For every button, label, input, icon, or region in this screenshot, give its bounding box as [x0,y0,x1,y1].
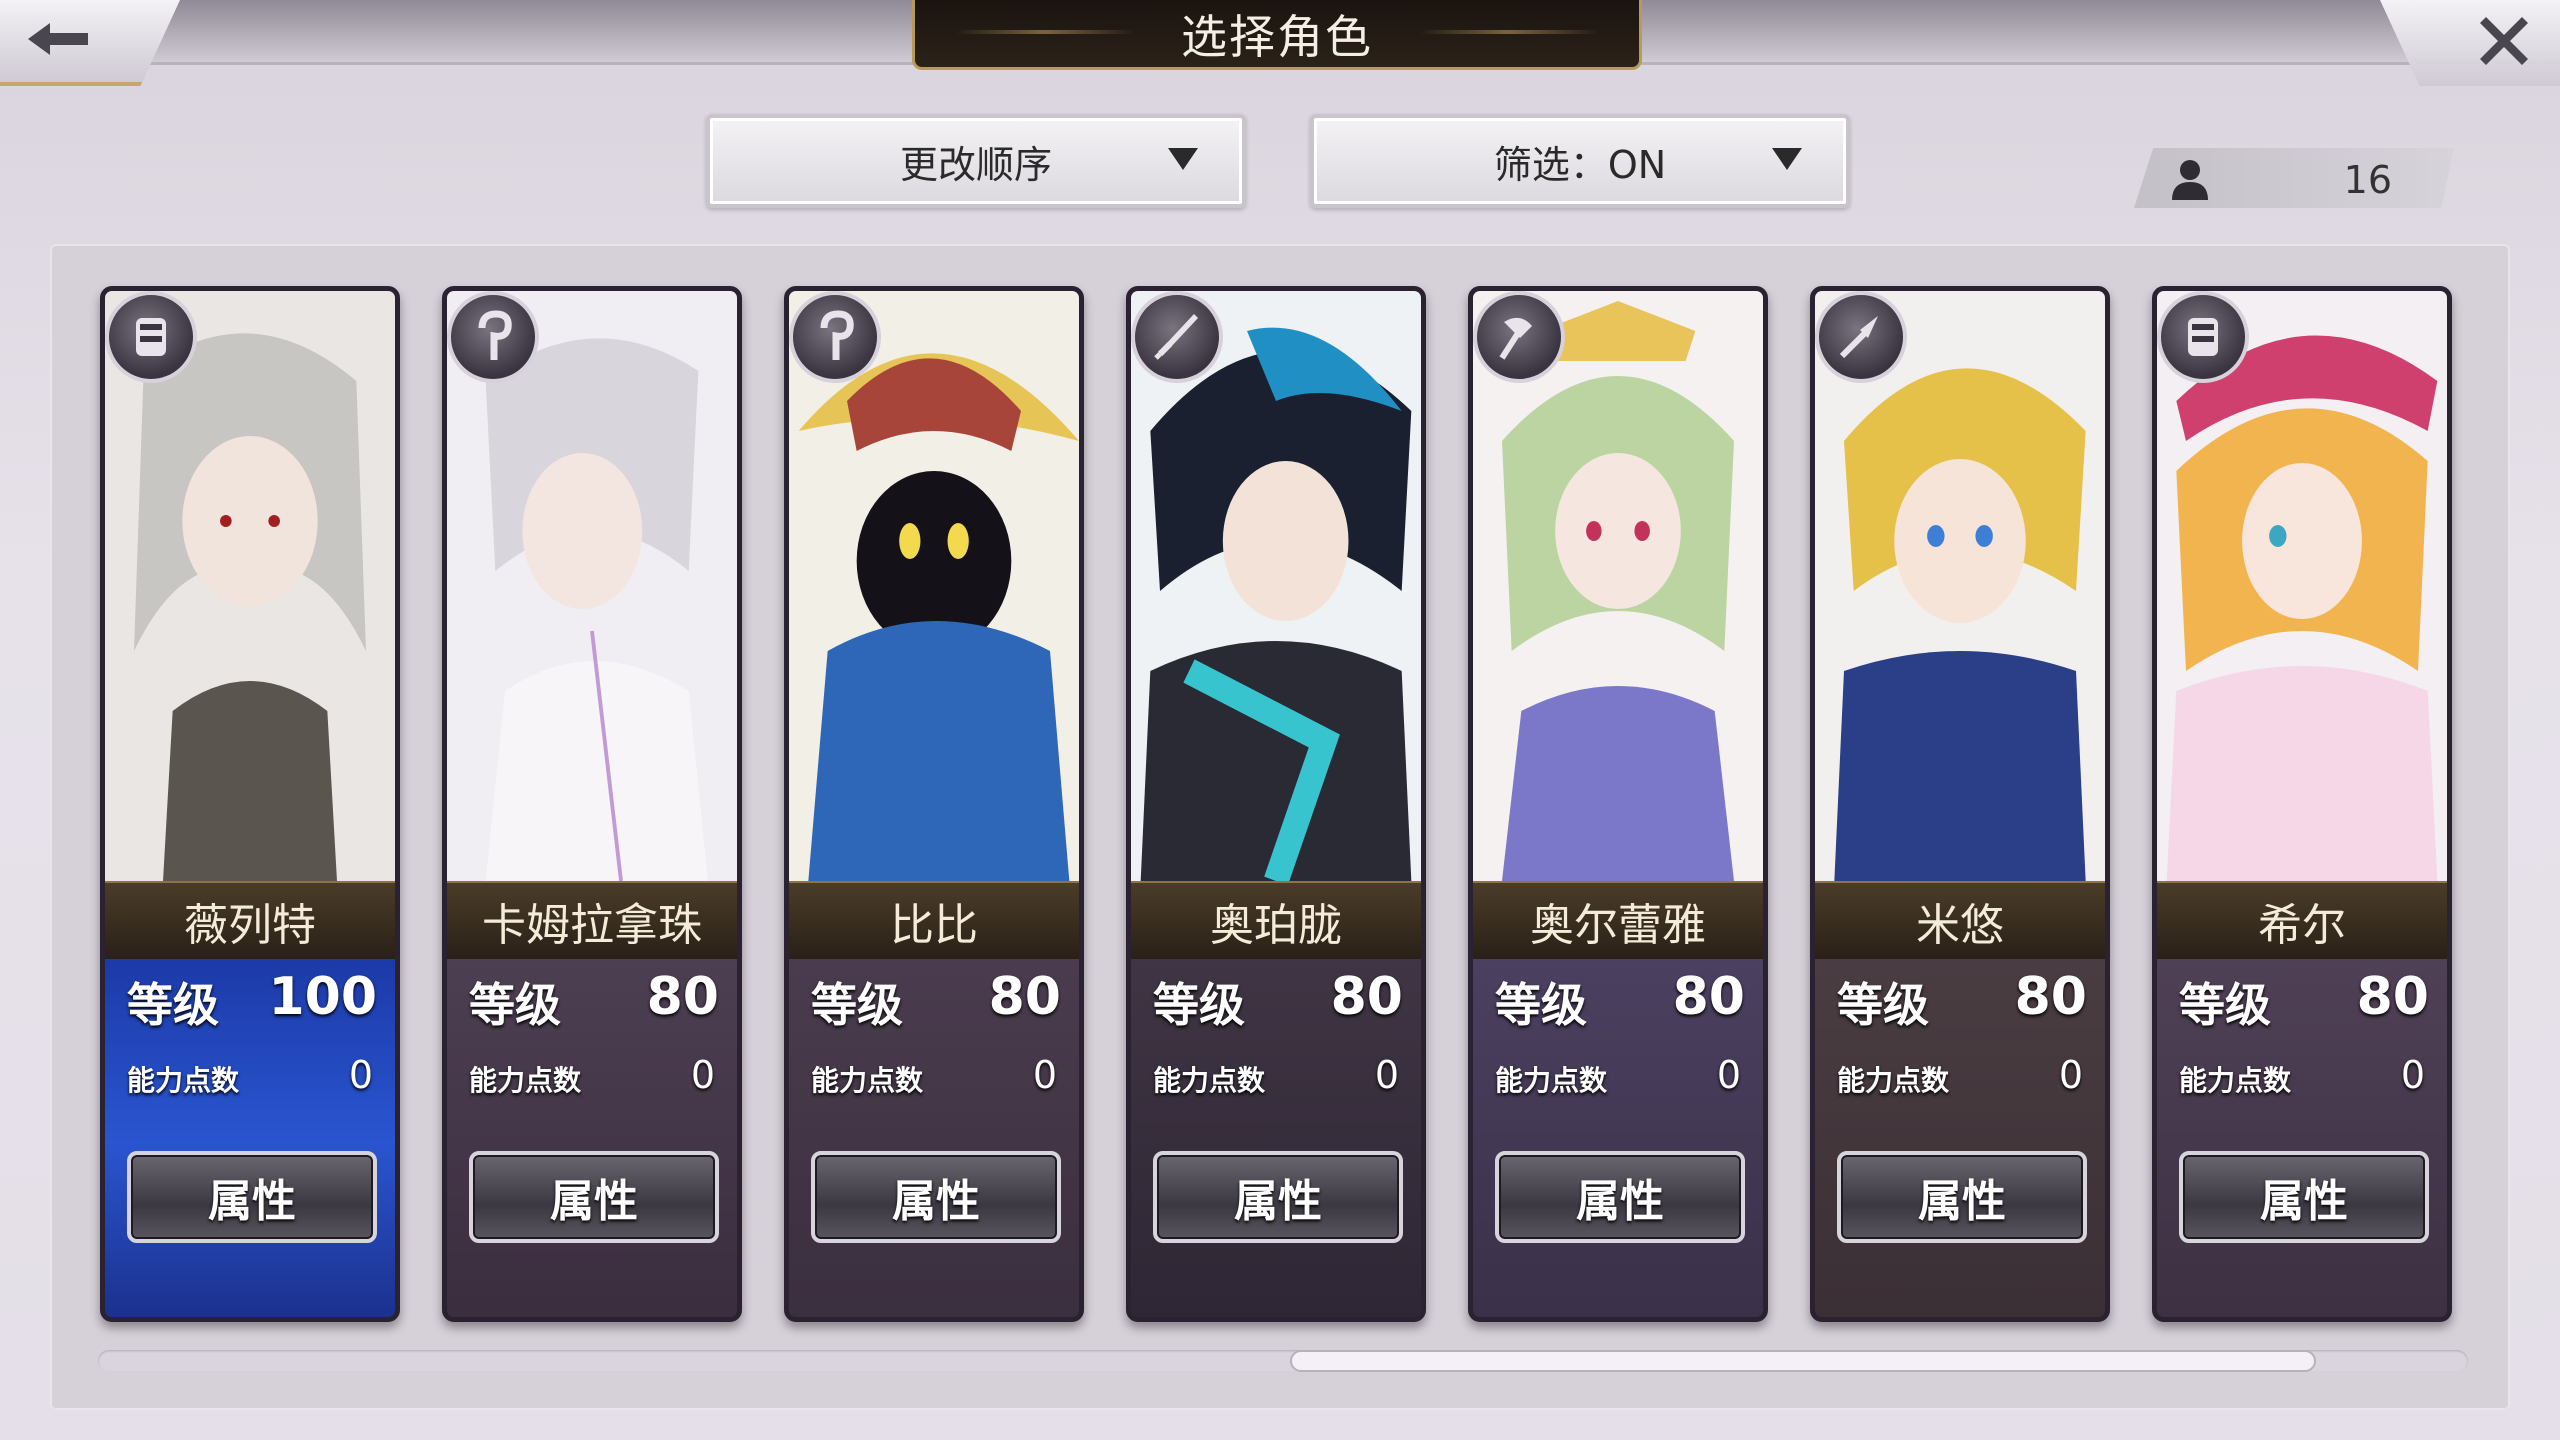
class-badge [1473,291,1565,383]
level-label: 等级 [127,978,219,1032]
sort-order-label: 更改顺序 [899,142,1052,187]
attributes-button[interactable]: 属性 [1153,1151,1403,1243]
character-name: 比比 [789,881,1079,961]
class-badge [1131,291,1223,383]
character-card[interactable]: 希尔 等级 80 能力点数 0 属性 [2152,286,2452,1322]
character-stats: 等级 80 能力点数 0 [2157,959,2447,1317]
axe-icon [1499,317,1532,360]
character-name: 奥珀胧 [1131,881,1421,961]
character-stats: 等级 80 能力点数 0 [1815,959,2105,1317]
character-name: 卡姆拉拿珠 [447,881,737,961]
character-name: 希尔 [2157,881,2447,961]
level-value: 80 [2014,967,2087,1027]
attributes-button[interactable]: 属性 [2179,1151,2429,1243]
character-card[interactable]: 薇列特 等级 100 能力点数 0 属性 [100,286,400,1322]
class-badge [447,291,539,383]
character-stats: 等级 80 能力点数 0 [447,959,737,1317]
character-stats: 等级 80 能力点数 0 [1131,959,1421,1317]
ability-points-value: 0 [2400,1053,2425,1097]
character-card-list: 薇列特 等级 100 能力点数 0 属性 卡姆拉拿珠 等级 80 能力点数 0 … [100,286,2460,1322]
level-label: 等级 [1837,978,1929,1032]
class-badge [105,291,197,383]
level-value: 100 [268,967,377,1027]
character-name: 奥尔蕾雅 [1473,881,1763,961]
class-badge [2157,291,2249,383]
ability-points-value: 0 [1716,1053,1741,1097]
character-card[interactable]: 米悠 等级 80 能力点数 0 属性 [1810,286,2110,1322]
ability-points-label: 能力点数 [1495,1064,1608,1097]
character-card[interactable]: 奥尔蕾雅 等级 80 能力点数 0 属性 [1468,286,1768,1322]
character-stats: 等级 80 能力点数 0 [1473,959,1763,1317]
level-label: 等级 [1495,978,1587,1032]
gauntlet-icon [136,318,166,356]
ability-points-label: 能力点数 [1837,1064,1950,1097]
arrow-left-icon [22,19,94,63]
spear-icon [1839,316,1878,359]
sort-order-dropdown[interactable]: 更改顺序 [706,114,1246,208]
ability-points-label: 能力点数 [2179,1064,2292,1097]
class-badge [789,291,881,383]
ability-points-value: 0 [348,1053,373,1097]
character-count: 16 [2134,148,2454,208]
attributes-button[interactable]: 属性 [1495,1151,1745,1243]
character-stats: 等级 100 能力点数 0 [105,959,395,1317]
level-label: 等级 [1153,978,1245,1032]
character-name: 米悠 [1815,881,2105,961]
back-button[interactable] [0,0,180,86]
ability-points-value: 0 [2058,1053,2083,1097]
page-title: 选择角色 [1181,9,1373,64]
sword-icon [1154,314,1198,360]
ability-points-label: 能力点数 [1153,1064,1266,1097]
gauntlet-icon [2188,318,2218,356]
level-value: 80 [1672,967,1745,1027]
level-value: 80 [988,967,1061,1027]
attributes-button[interactable]: 属性 [811,1151,1061,1243]
horizontal-scrollbar-thumb[interactable] [1290,1350,2316,1372]
person-icon [2170,158,2210,200]
ability-points-label: 能力点数 [127,1064,240,1097]
staff-icon [820,310,854,360]
close-button[interactable] [2380,0,2560,86]
level-value: 80 [1330,967,1403,1027]
ability-points-label: 能力点数 [811,1064,924,1097]
character-name: 薇列特 [105,881,395,961]
chevron-down-icon [1168,148,1198,170]
ability-points-value: 0 [1032,1053,1057,1097]
chevron-down-icon [1772,148,1802,170]
ability-points-value: 0 [690,1053,715,1097]
level-label: 等级 [469,978,561,1032]
title-plate: 选择角色 [912,0,1642,70]
character-count-value: 16 [2343,158,2392,202]
level-label: 等级 [811,978,903,1032]
level-value: 80 [646,967,719,1027]
character-card[interactable]: 比比 等级 80 能力点数 0 属性 [784,286,1084,1322]
ability-points-label: 能力点数 [469,1064,582,1097]
close-icon [2478,15,2530,71]
character-stats: 等级 80 能力点数 0 [789,959,1079,1317]
level-value: 80 [2356,967,2429,1027]
character-card[interactable]: 卡姆拉拿珠 等级 80 能力点数 0 属性 [442,286,742,1322]
filter-label: 筛选：ON [1493,142,1667,187]
attributes-button[interactable]: 属性 [469,1151,719,1243]
character-card[interactable]: 奥珀胧 等级 80 能力点数 0 属性 [1126,286,1426,1322]
staff-icon [478,310,512,360]
filter-dropdown[interactable]: 筛选：ON [1310,114,1850,208]
class-badge [1815,291,1907,383]
ability-points-value: 0 [1374,1053,1399,1097]
level-label: 等级 [2179,978,2271,1032]
attributes-button[interactable]: 属性 [1837,1151,2087,1243]
attributes-button[interactable]: 属性 [127,1151,377,1243]
